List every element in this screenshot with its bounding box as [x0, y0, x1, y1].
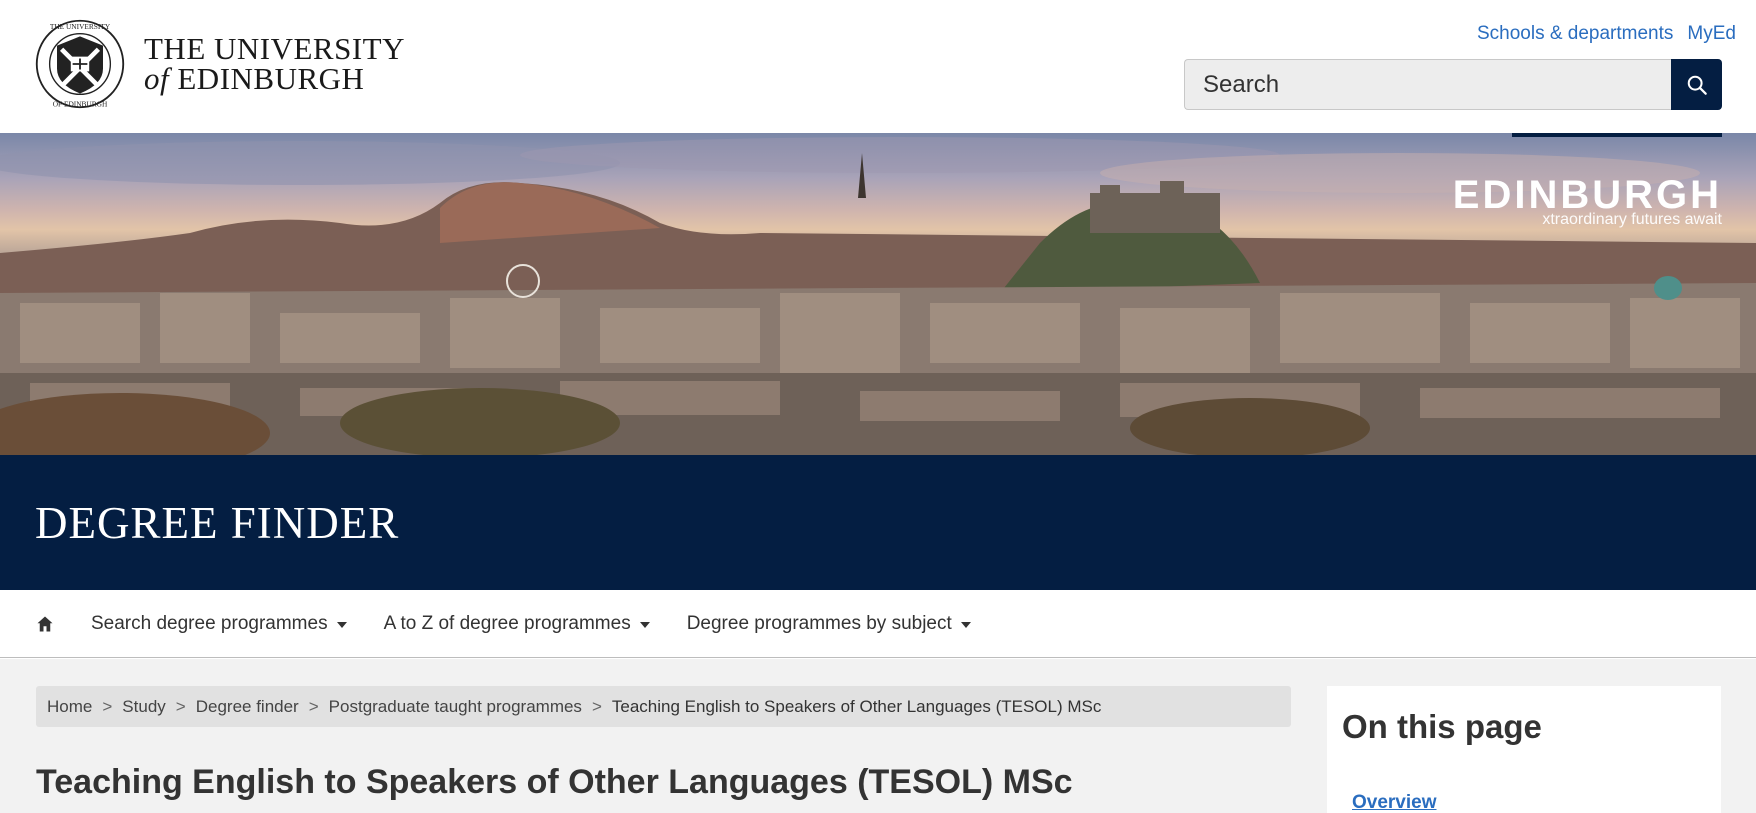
breadcrumb-separator: >: [308, 696, 319, 716]
search-input[interactable]: [1184, 59, 1671, 110]
wordmark-of: of: [144, 61, 170, 96]
nav-search-degree-programmes[interactable]: Search degree programmes: [91, 613, 347, 635]
breadcrumb: Home > Study > Degree finder > Postgradu…: [36, 686, 1291, 727]
myed-link[interactable]: MyEd: [1687, 23, 1736, 45]
brand-tagline: xtraordinary futures await: [1542, 211, 1722, 228]
caret-down-icon: [336, 621, 347, 628]
on-this-page-heading: On this page: [1342, 708, 1542, 745]
svg-text:OF EDINBURGH: OF EDINBURGH: [53, 99, 108, 108]
brand-accent-bar: [1512, 133, 1722, 137]
caret-down-icon: [639, 621, 650, 628]
breadcrumb-separator: >: [591, 696, 602, 716]
brand-wordmark: EDINBURGH: [1453, 175, 1722, 215]
site-search: [1184, 59, 1722, 110]
search-icon: [1687, 75, 1707, 95]
wordmark-line1: THE UNIVERSITY: [144, 31, 405, 66]
breadcrumb-postgraduate-taught[interactable]: Postgraduate taught programmes: [329, 697, 582, 717]
site-header: THE UNIVERSITY OF EDINBURGH THE UNIVERSI…: [0, 0, 1756, 133]
overview-link[interactable]: Overview: [1352, 792, 1437, 813]
edinburgh-brand-mark: EDINBURGH xtraordinary futures await: [1453, 175, 1722, 229]
home-link[interactable]: [36, 614, 56, 634]
breadcrumb-separator: >: [102, 696, 113, 716]
utility-links: Schools & departments MyEd: [1477, 23, 1736, 45]
nav-label: Search degree programmes: [91, 612, 328, 634]
wordmark-edinburgh: EDINBURGH: [177, 61, 365, 96]
breadcrumb-current: Teaching English to Speakers of Other La…: [611, 696, 1102, 716]
schools-departments-link[interactable]: Schools & departments: [1477, 23, 1673, 45]
university-logo[interactable]: THE UNIVERSITY OF EDINBURGH THE UNIVERSI…: [34, 18, 405, 110]
nav-a-to-z-degree-programmes[interactable]: A to Z of degree programmes: [384, 613, 650, 635]
breadcrumb-degree-finder[interactable]: Degree finder: [196, 697, 299, 717]
search-button[interactable]: [1671, 59, 1722, 110]
page-title: Teaching English to Speakers of Other La…: [36, 763, 1073, 801]
wordmark-line2: of EDINBURGH: [144, 61, 405, 96]
on-this-page-panel: On this page Overview: [1327, 686, 1721, 813]
breadcrumb-home[interactable]: Home: [47, 697, 92, 717]
home-icon: [37, 616, 53, 631]
section-title: DEGREE FINDER: [35, 498, 400, 548]
section-band: DEGREE FINDER: [0, 455, 1756, 590]
nav-label: Degree programmes by subject: [686, 612, 952, 634]
main-content: Home > Study > Degree finder > Postgradu…: [0, 659, 1756, 813]
nav-degree-programmes-by-subject[interactable]: Degree programmes by subject: [687, 613, 971, 635]
hero-banner: EDINBURGH xtraordinary futures await: [0, 133, 1756, 455]
breadcrumb-separator: >: [175, 696, 186, 716]
crest-icon: THE UNIVERSITY OF EDINBURGH: [35, 19, 125, 108]
breadcrumb-study[interactable]: Study: [122, 697, 165, 717]
university-wordmark: THE UNIVERSITY of EDINBURGH: [144, 31, 405, 96]
degree-finder-nav: Search degree programmes A to Z of degre…: [0, 590, 1756, 658]
svg-text:THE UNIVERSITY: THE UNIVERSITY: [50, 22, 111, 31]
nav-label: A to Z of degree programmes: [383, 612, 631, 634]
caret-down-icon: [960, 621, 971, 628]
